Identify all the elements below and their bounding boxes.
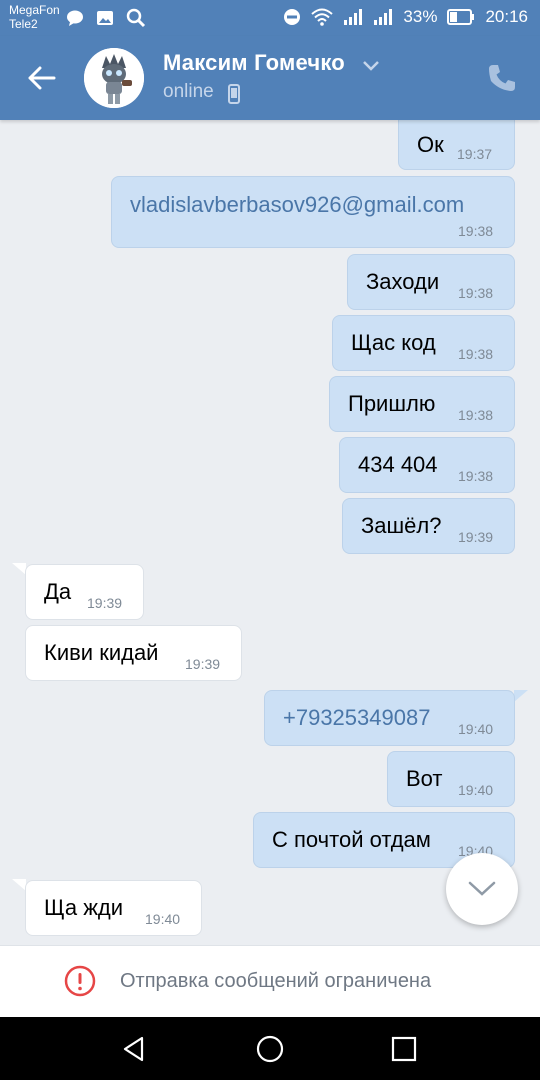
message-text: Заходи xyxy=(366,269,440,294)
message-time: 19:39 xyxy=(458,529,494,545)
message-incoming[interactable]: Ща жди 19:40 xyxy=(25,880,202,936)
call-icon xyxy=(489,65,515,91)
message-time: 19:39 xyxy=(87,595,123,611)
message-time: 19:40 xyxy=(145,911,181,927)
message-outgoing[interactable]: Пришлю 19:38 xyxy=(329,376,515,432)
bubble-tail xyxy=(514,690,528,702)
wifi-icon xyxy=(311,8,334,26)
message-time: 19:37 xyxy=(457,146,493,162)
bubble-tail xyxy=(12,563,26,575)
nav-home-button[interactable] xyxy=(252,1031,288,1067)
search-notification-icon xyxy=(126,8,146,28)
do-not-disturb-icon xyxy=(283,8,301,26)
bubble-tail xyxy=(12,879,26,891)
warning-icon xyxy=(64,965,96,997)
message-time: 19:40 xyxy=(458,721,494,737)
message-outgoing[interactable]: Зашёл? 19:39 xyxy=(342,498,515,554)
message-text: Киви кидай xyxy=(44,640,159,665)
clock: 20:16 xyxy=(485,7,528,26)
navigation-bar xyxy=(0,1017,540,1080)
contact-name[interactable]: Максим Гомечко xyxy=(163,50,345,76)
message-time: 19:38 xyxy=(458,285,494,301)
message-text: Щас код xyxy=(351,330,436,355)
message-incoming[interactable]: Да 19:39 xyxy=(25,564,144,620)
message-text: Ок xyxy=(417,132,444,157)
carrier-labels: MegaFon Tele2 xyxy=(9,3,60,31)
back-button[interactable] xyxy=(22,58,62,98)
message-text: Да xyxy=(44,579,72,604)
message-time: 19:38 xyxy=(458,407,494,423)
message-time: 19:38 xyxy=(458,223,494,239)
message-text: Зашёл? xyxy=(361,513,442,538)
message-time: 19:39 xyxy=(185,656,221,672)
message-outgoing[interactable]: Щас код 19:38 xyxy=(332,315,515,371)
chevron-down-icon[interactable] xyxy=(362,60,380,72)
triangle-back-icon xyxy=(123,1036,144,1062)
restriction-notice: Отправка сообщений ограничена xyxy=(0,945,540,1017)
chat-notification-icon xyxy=(66,9,84,27)
message-text: С почтой отдам xyxy=(272,827,431,852)
message-text: 434 404 xyxy=(358,452,438,477)
message-time: 19:40 xyxy=(458,782,494,798)
nav-back-button[interactable] xyxy=(116,1031,152,1067)
signal-icon xyxy=(343,8,363,26)
carrier-2: Tele2 xyxy=(9,17,38,31)
signal-2-icon xyxy=(373,8,393,26)
message-outgoing[interactable]: Вот 19:40 xyxy=(387,751,515,807)
message-link[interactable]: vladislavberbasov926@gmail.com xyxy=(130,192,464,218)
chat-header: Максим Гомечко online xyxy=(0,36,540,120)
message-time: 19:38 xyxy=(458,346,494,362)
message-outgoing[interactable]: Заходи 19:38 xyxy=(347,254,515,310)
carrier-1: MegaFon xyxy=(9,3,60,17)
back-arrow-icon xyxy=(28,66,56,90)
status-bar: MegaFon Tele2 33% 20:16 xyxy=(0,0,540,36)
message-text: Пришлю xyxy=(348,391,436,416)
message-time: 19:38 xyxy=(458,468,494,484)
message-incoming[interactable]: Киви кидай 19:39 xyxy=(25,625,242,681)
square-recents-icon xyxy=(391,1036,417,1062)
battery-percent: 33% xyxy=(403,7,438,26)
scroll-to-bottom-button[interactable] xyxy=(446,853,518,925)
message-outgoing[interactable]: vladislavberbasov926@gmail.com 19:38 xyxy=(111,176,515,248)
message-outgoing[interactable]: 434 404 19:38 xyxy=(339,437,515,493)
message-text: Вот xyxy=(406,766,443,791)
restriction-text: Отправка сообщений ограничена xyxy=(120,970,432,992)
message-outgoing[interactable]: Ок 19:37 xyxy=(398,120,515,170)
call-button[interactable] xyxy=(486,62,518,94)
message-list[interactable]: Ок 19:37 vladislavberbasov926@gmail.com … xyxy=(0,120,540,945)
chevron-down-icon xyxy=(468,881,496,896)
message-text: Ща жди xyxy=(44,895,124,920)
avatar[interactable] xyxy=(84,48,144,108)
image-notification-icon xyxy=(96,9,114,27)
message-link[interactable]: +79325349087 xyxy=(283,705,430,731)
nav-recents-button[interactable] xyxy=(386,1031,422,1067)
mobile-phone-icon xyxy=(228,84,240,104)
battery-icon xyxy=(447,9,475,25)
message-outgoing[interactable]: +79325349087 19:40 xyxy=(264,690,515,746)
contact-status: online xyxy=(163,81,214,102)
circle-home-icon xyxy=(256,1035,284,1063)
